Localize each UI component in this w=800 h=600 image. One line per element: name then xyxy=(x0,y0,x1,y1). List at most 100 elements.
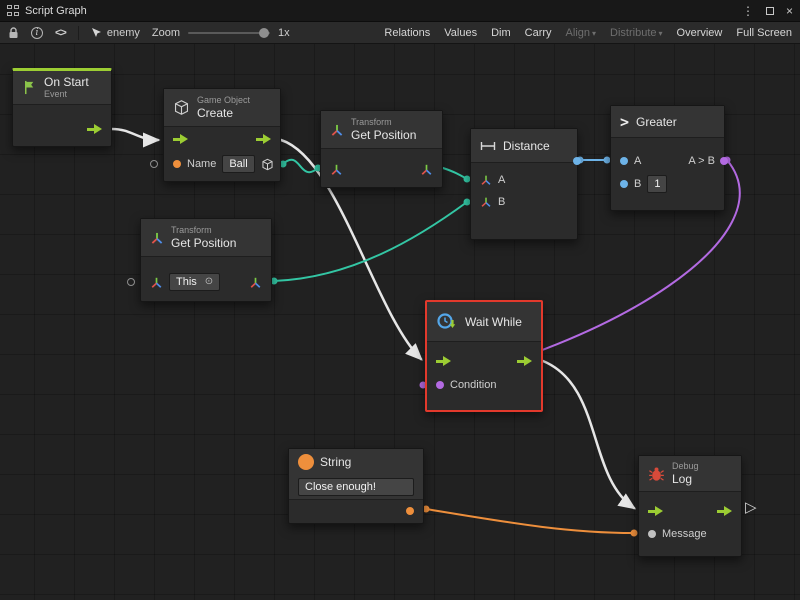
node-get-position-top[interactable]: Transform Get Position xyxy=(320,110,443,188)
node-string[interactable]: String Close enough! xyxy=(288,448,424,524)
node-wait-while[interactable]: Wait While Condition xyxy=(425,300,543,412)
distance-output-port[interactable] xyxy=(573,157,581,165)
wire-onstart-to-create[interactable] xyxy=(112,129,158,140)
zoom-label: Zoom xyxy=(152,27,180,39)
output-label: A > B xyxy=(688,155,715,167)
node-subtitle: Game Object xyxy=(197,95,250,106)
string-value-field[interactable]: Close enough! xyxy=(298,478,414,496)
unconnected-port-indicator xyxy=(150,160,158,168)
carry-button[interactable]: Carry xyxy=(525,27,552,39)
wire-waitwhile-to-log[interactable] xyxy=(543,361,634,508)
node-title: String xyxy=(320,455,351,469)
dim-button[interactable]: Dim xyxy=(491,27,511,39)
maximize-icon[interactable] xyxy=(766,7,774,15)
input-port-b[interactable] xyxy=(620,180,628,188)
graph-owner[interactable]: enemy xyxy=(91,27,140,39)
graph-canvas[interactable]: On Start Event Game Object Create xyxy=(0,44,800,600)
bug-icon xyxy=(648,466,665,482)
node-on-start[interactable]: On Start Event xyxy=(12,68,112,147)
name-input-port[interactable] xyxy=(173,160,181,168)
flow-in-port[interactable] xyxy=(436,356,451,366)
node-get-position-bottom[interactable]: Transform Get Position This ⊙ xyxy=(140,218,272,302)
vector3-input-port-a[interactable] xyxy=(480,174,492,186)
flow-in-port[interactable] xyxy=(648,506,663,516)
vector3-output-port[interactable] xyxy=(420,163,433,176)
node-subtitle: Event xyxy=(44,89,89,100)
flow-out-port[interactable] xyxy=(717,506,732,516)
transform-axes-icon xyxy=(330,123,344,137)
game-object-output-port[interactable] xyxy=(261,158,274,171)
greater-output-port[interactable] xyxy=(720,157,728,165)
node-greater[interactable]: > Greater A A > B B 1 xyxy=(610,105,725,211)
transform-axes-icon xyxy=(150,231,164,245)
align-button: Align▾ xyxy=(566,27,596,39)
node-create[interactable]: Game Object Create Name Ball xyxy=(163,88,281,182)
node-debug-log[interactable]: Debug Log Message xyxy=(638,455,742,557)
name-value-field[interactable]: Ball xyxy=(222,155,254,173)
vector3-output-port[interactable] xyxy=(249,276,262,289)
pointer-icon xyxy=(91,27,102,39)
flow-in-port[interactable] xyxy=(173,134,188,144)
greater-icon: > xyxy=(620,113,629,131)
target-icon: ⊙ xyxy=(205,275,213,289)
wire-getposition-top-to-distance-a[interactable] xyxy=(443,168,467,179)
close-icon[interactable]: × xyxy=(786,4,793,18)
wire-getposition-bottom-to-distance-b[interactable] xyxy=(274,202,467,281)
node-subtitle: Debug xyxy=(672,461,699,472)
zoom-control: Zoom 1x xyxy=(152,27,290,39)
zoom-slider-knob[interactable] xyxy=(259,28,269,38)
wire-endpoint-dot xyxy=(631,530,638,537)
transform-input-port[interactable] xyxy=(150,276,163,289)
chevron-down-icon: ▾ xyxy=(659,29,663,38)
node-distance[interactable]: Distance A B xyxy=(470,128,578,240)
port-a-label: A xyxy=(634,155,641,167)
string-output-port[interactable] xyxy=(406,507,414,515)
condition-input-port[interactable] xyxy=(436,381,444,389)
node-title: On Start xyxy=(44,75,89,89)
transform-input-port[interactable] xyxy=(330,163,343,176)
node-title: Wait While xyxy=(465,315,522,329)
node-subtitle: Transform xyxy=(171,225,236,236)
flow-out-port[interactable] xyxy=(87,124,102,134)
lock-icon[interactable] xyxy=(8,27,19,39)
toolbar-separator xyxy=(78,26,79,40)
toolbar-buttons: Relations Values Dim Carry Align▾ Distri… xyxy=(384,27,792,39)
values-button[interactable]: Values xyxy=(444,27,477,39)
distance-icon xyxy=(480,140,496,152)
distribute-button: Distribute▾ xyxy=(610,27,662,39)
node-title: Create xyxy=(197,106,250,120)
flow-out-port[interactable] xyxy=(256,134,271,144)
b-value-field[interactable]: 1 xyxy=(647,175,667,193)
node-title: Greater xyxy=(636,115,677,129)
chevron-down-icon: ▾ xyxy=(592,29,596,38)
overview-button[interactable]: Overview xyxy=(677,27,723,39)
wait-clock-icon xyxy=(436,312,458,332)
node-title: Distance xyxy=(503,139,550,153)
info-icon[interactable]: i xyxy=(31,27,43,39)
vector3-input-port-b[interactable] xyxy=(480,196,492,208)
zoom-slider[interactable] xyxy=(188,32,270,34)
zoom-value: 1x xyxy=(278,27,290,39)
cube-icon xyxy=(173,99,190,116)
node-title: Log xyxy=(672,472,699,486)
graph-owner-label: enemy xyxy=(107,27,140,39)
message-input-port[interactable] xyxy=(648,530,656,538)
fullscreen-button[interactable]: Full Screen xyxy=(736,27,792,39)
flow-out-port[interactable] xyxy=(517,356,532,366)
port-a-label: A xyxy=(498,174,505,186)
message-label: Message xyxy=(662,528,707,540)
node-title: Get Position xyxy=(351,128,416,142)
menu-icon[interactable]: ⋮ xyxy=(742,4,754,18)
target-value-field[interactable]: This ⊙ xyxy=(169,273,220,291)
relations-button[interactable]: Relations xyxy=(384,27,430,39)
unconnected-port-indicator xyxy=(127,278,135,286)
condition-label: Condition xyxy=(450,379,496,391)
wire-string-to-message[interactable] xyxy=(426,509,634,533)
node-title: Get Position xyxy=(171,236,236,250)
input-port-a[interactable] xyxy=(620,157,628,165)
port-b-label: B xyxy=(634,178,641,190)
code-icon[interactable]: <> xyxy=(55,27,66,39)
play-icon: ▷ xyxy=(745,498,757,516)
string-icon xyxy=(298,454,314,470)
titlebar: Script Graph ⋮ × xyxy=(0,0,800,22)
